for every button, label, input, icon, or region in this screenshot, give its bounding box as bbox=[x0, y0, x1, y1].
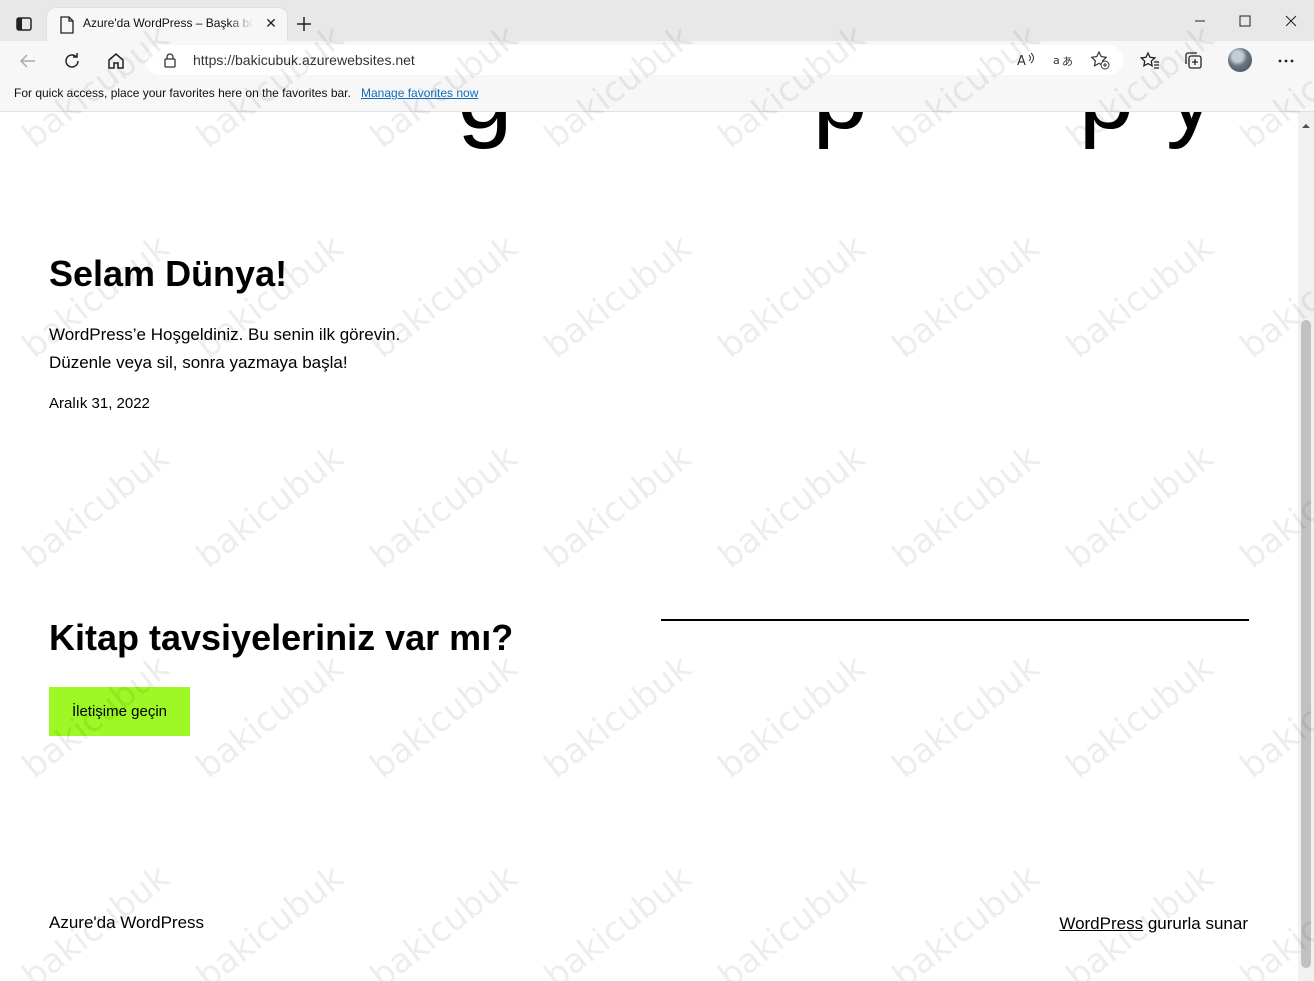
favorites-bar: For quick access, place your favorites h… bbox=[0, 79, 1314, 112]
page-viewport: g p p y Selam Dünya! WordPress’e Hoşgeld… bbox=[0, 112, 1298, 981]
more-icon[interactable] bbox=[1273, 48, 1299, 74]
close-icon[interactable]: ✕ bbox=[261, 14, 281, 34]
browser-titlebar: Azure'da WordPress – Başka bir WordPress… bbox=[0, 0, 1314, 41]
svg-text:A: A bbox=[1017, 54, 1026, 69]
minimize-icon[interactable] bbox=[1185, 8, 1215, 34]
tab-actions-icon[interactable] bbox=[12, 12, 36, 36]
address-bar[interactable]: https://bakicubuk.azurewebsites.net A aあ bbox=[145, 45, 1123, 75]
tab-title: Azure'da WordPress – Başka bir WordPress… bbox=[83, 16, 253, 30]
scroll-up-arrow-icon[interactable] bbox=[1301, 116, 1311, 128]
footer-credit-text: gururla sunar bbox=[1147, 914, 1248, 933]
footer-credit: WordPress gururla sunar bbox=[1059, 914, 1248, 934]
contact-button[interactable]: İletişime geçin bbox=[49, 687, 190, 736]
page-icon bbox=[59, 16, 75, 34]
star-plus-icon[interactable] bbox=[1089, 49, 1111, 71]
maximize-icon[interactable] bbox=[1230, 8, 1260, 34]
plus-icon[interactable] bbox=[292, 12, 316, 36]
post-date[interactable]: Aralık 31, 2022 bbox=[49, 395, 150, 412]
browser-toolbar: https://bakicubuk.azurewebsites.net A aあ bbox=[0, 41, 1314, 79]
scrollbar-thumb[interactable] bbox=[1301, 320, 1311, 968]
post-excerpt: WordPress’e Hoşgeldiniz. Bu senin ilk gö… bbox=[49, 325, 401, 372]
svg-text:あ: あ bbox=[1062, 55, 1073, 68]
url-text[interactable]: https://bakicubuk.azurewebsites.net bbox=[193, 52, 415, 68]
separator bbox=[661, 619, 1249, 621]
reload-icon[interactable] bbox=[59, 48, 85, 74]
footer-site-name[interactable]: Azure'da WordPress bbox=[49, 913, 204, 933]
lock-icon[interactable] bbox=[163, 52, 177, 68]
svg-text:a: a bbox=[1053, 54, 1060, 67]
browser-tab[interactable]: Azure'da WordPress – Başka bir WordPress… bbox=[47, 8, 287, 41]
read-aloud-icon[interactable]: A bbox=[1015, 49, 1037, 71]
avatar[interactable] bbox=[1228, 48, 1252, 72]
favorites-icon[interactable] bbox=[1137, 48, 1163, 74]
cta-heading: Kitap tavsiyeleriniz var mı? bbox=[49, 617, 514, 658]
favorites-bar-message: For quick access, place your favorites h… bbox=[14, 86, 351, 100]
vertical-scrollbar[interactable] bbox=[1298, 112, 1314, 981]
site-title-cut-off: g p p y bbox=[0, 112, 1218, 152]
wordpress-link[interactable]: WordPress bbox=[1059, 914, 1143, 933]
back-arrow-icon[interactable] bbox=[15, 48, 41, 74]
manage-favorites-link[interactable]: Manage favorites now bbox=[361, 86, 478, 100]
post-title[interactable]: Selam Dünya! bbox=[49, 253, 287, 295]
translate-icon[interactable]: aあ bbox=[1052, 49, 1074, 71]
close-window-icon[interactable] bbox=[1276, 8, 1306, 34]
home-icon[interactable] bbox=[103, 48, 129, 74]
collections-icon[interactable] bbox=[1181, 48, 1207, 74]
